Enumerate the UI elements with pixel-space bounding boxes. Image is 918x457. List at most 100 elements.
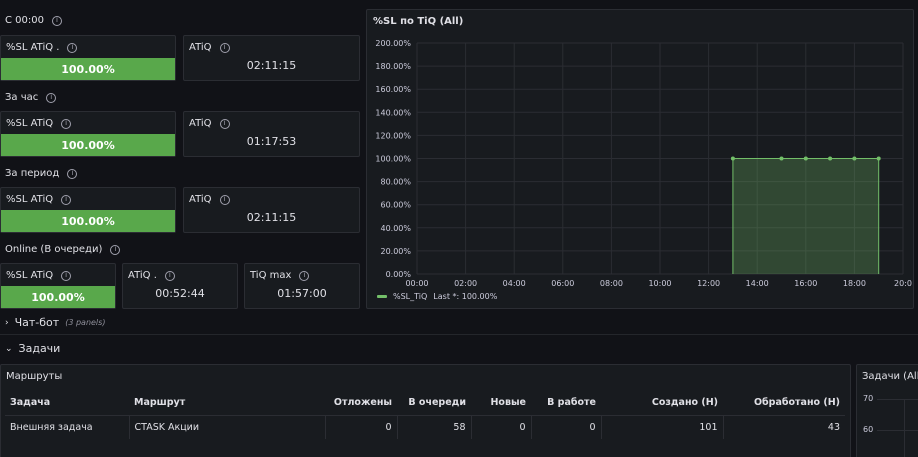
tasks-panel-title: Задачи (All) xyxy=(862,371,918,382)
info-icon[interactable]: i xyxy=(67,168,78,179)
section-title-per-period: За период i xyxy=(5,168,78,179)
chevron-right-icon: › xyxy=(5,317,9,328)
y-tick-label: 160.00% xyxy=(375,85,411,94)
data-point xyxy=(779,156,784,161)
y-tick-label: 140.00% xyxy=(375,108,411,117)
legend-swatch xyxy=(377,295,387,298)
x-tick-label: 16:00 xyxy=(794,279,817,288)
chart-legend[interactable]: %SL_TiQ Last *: 100.00% xyxy=(377,292,497,301)
x-tick-label: 06:00 xyxy=(551,279,574,288)
column-header-postponed[interactable]: Отложены xyxy=(325,391,397,416)
atiq-value: 02:11:15 xyxy=(246,59,297,72)
y-tick-label: 200.00% xyxy=(375,39,411,48)
routes-panel-title: Маршруты xyxy=(6,371,63,382)
stat-panel-tiq-max-online[interactable]: TiQ max i 01:57:00 xyxy=(244,263,360,309)
row-divider xyxy=(0,334,918,335)
cell-task: Внешняя задача xyxy=(5,415,130,439)
column-header-created[interactable]: Создано (Н) xyxy=(601,391,723,416)
info-icon[interactable]: i xyxy=(61,270,72,281)
tiq-max-value: 01:57:00 xyxy=(277,287,327,300)
sl-gauge-bar: 100.00% xyxy=(1,58,175,80)
row-header-chatbot[interactable]: › Чат-бот (3 panels) xyxy=(5,316,105,329)
x-tick-label: 04:00 xyxy=(503,279,526,288)
table-header-row: Задача Маршрут Отложены В очереди Новые … xyxy=(5,391,845,416)
data-point xyxy=(828,156,833,161)
column-header-in-queue[interactable]: В очереди xyxy=(397,391,471,416)
legend-series-name: %SL_TiQ xyxy=(393,292,428,301)
x-tick-label: 18:00 xyxy=(843,279,866,288)
info-icon[interactable]: i xyxy=(219,194,230,205)
info-icon[interactable]: i xyxy=(61,118,72,129)
sl-gauge-bar: 100.00% xyxy=(1,134,175,156)
y-tick-label: 0.00% xyxy=(386,270,412,279)
sl-gauge-bar: 100.00% xyxy=(1,210,175,232)
atiq-value: 01:17:53 xyxy=(246,135,297,148)
section-title-online: Online (В очереди) i xyxy=(5,244,121,255)
data-point xyxy=(730,156,735,161)
gridline xyxy=(904,399,905,457)
gridline xyxy=(877,399,918,400)
stat-panel-sl-online[interactable]: %SL ATiQ i 100.00% xyxy=(0,263,116,309)
x-tick-label: 08:00 xyxy=(600,279,623,288)
y-tick-label: 100.00% xyxy=(375,155,411,164)
tasks-y-tick: 70 xyxy=(863,394,874,403)
info-icon[interactable]: i xyxy=(164,270,175,281)
cell-postponed: 0 xyxy=(325,415,398,439)
gridline xyxy=(877,430,918,431)
row-header-tasks[interactable]: ⌄ Задачи xyxy=(5,342,60,355)
info-icon[interactable]: i xyxy=(61,194,72,205)
data-point xyxy=(803,156,808,161)
column-header-task[interactable]: Задача xyxy=(5,391,129,416)
info-icon[interactable]: i xyxy=(51,15,62,26)
column-header-new[interactable]: Новые xyxy=(471,391,531,416)
chart-panel-sl-by-tiq[interactable]: %SL по TiQ (All) 200.00% 180.00% 160.00% 14… xyxy=(366,9,914,309)
tasks-y-tick: 60 xyxy=(863,425,874,434)
stat-panel-sl-per-period[interactable]: %SL ATiQ i 100.00% xyxy=(0,187,176,233)
section-title-per-hour: За час i xyxy=(5,92,57,103)
stat-panel-atiq-per-period[interactable]: ATiQ i 02:11:15 xyxy=(183,187,360,233)
x-tick-label: 12:00 xyxy=(697,279,720,288)
chevron-down-icon: ⌄ xyxy=(5,343,13,354)
y-tick-label: 20.00% xyxy=(380,247,411,256)
y-tick-label: 180.00% xyxy=(375,62,411,71)
tasks-chart-panel[interactable]: Задачи (All) 70 60 xyxy=(856,364,918,457)
cell-new: 0 xyxy=(471,415,532,439)
series-area xyxy=(732,158,879,274)
section-title-since-midnight: С 00:00 i xyxy=(5,15,62,26)
y-tick-label: 40.00% xyxy=(380,224,411,233)
column-header-route[interactable]: Маршрут xyxy=(129,391,325,416)
x-tick-label: 00:00 xyxy=(405,279,428,288)
x-tick-label: 20:0 xyxy=(894,279,912,288)
column-header-in-progress[interactable]: В работе xyxy=(531,391,601,416)
info-icon[interactable]: i xyxy=(219,118,230,129)
atiq-value: 02:11:15 xyxy=(246,211,297,224)
sl-gauge-bar: 100.00% xyxy=(1,286,115,308)
sl-time-series-chart[interactable]: 200.00% 180.00% 160.00% 140.00% 120.00% 100.0… xyxy=(367,10,915,310)
routes-table-panel[interactable]: Маршруты Задача Маршрут Отложены В очере… xyxy=(0,364,851,457)
stat-panel-atiq-per-hour[interactable]: ATiQ i 01:17:53 xyxy=(183,111,360,157)
x-tick-label: 10:00 xyxy=(648,279,671,288)
info-icon[interactable]: i xyxy=(219,42,230,53)
cell-route: CTASK Акции xyxy=(129,415,326,439)
cell-processed: 43 xyxy=(827,421,840,433)
cell-in-queue: 58 xyxy=(397,415,472,439)
table-row[interactable]: Внешняя задача CTASK Акции 0 58 0 0 101 … xyxy=(5,415,845,439)
legend-last-value: Last *: 100.00% xyxy=(433,292,498,301)
y-tick-label: 80.00% xyxy=(380,178,411,187)
routes-table: Задача Маршрут Отложены В очереди Новые … xyxy=(5,391,845,439)
cell-created: 101 xyxy=(601,415,724,439)
stat-panel-atiq-since-midnight[interactable]: ATiQ i 02:11:15 xyxy=(183,35,360,81)
stat-panel-sl-per-hour[interactable]: %SL ATiQ i 100.00% xyxy=(0,111,176,157)
x-tick-label: 14:00 xyxy=(746,279,769,288)
info-icon[interactable]: i xyxy=(110,244,121,255)
stat-panel-atiq-online[interactable]: ATiQ .i 00:52:44 xyxy=(122,263,238,309)
x-tick-label: 02:00 xyxy=(454,279,477,288)
info-icon[interactable]: i xyxy=(67,42,78,53)
stat-panel-sl-since-midnight[interactable]: %SL ATiQ .i 100.00% xyxy=(0,35,176,81)
y-tick-label: 60.00% xyxy=(380,201,411,210)
data-point xyxy=(876,156,881,161)
info-icon[interactable]: i xyxy=(299,270,310,281)
info-icon[interactable]: i xyxy=(46,92,57,103)
column-header-processed[interactable]: Обработано (Н) xyxy=(723,391,845,416)
data-point xyxy=(852,156,857,161)
